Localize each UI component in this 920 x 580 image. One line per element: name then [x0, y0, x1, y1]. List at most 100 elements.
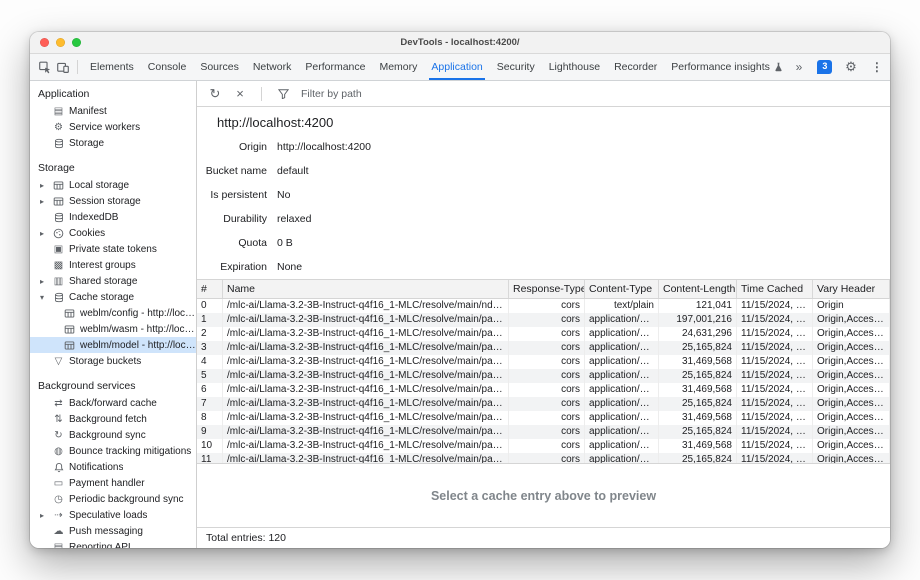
- sidebar-item-manifest[interactable]: ▤Manifest: [30, 103, 196, 119]
- cell-num: 11: [197, 453, 223, 463]
- device-toolbar-icon[interactable]: [54, 57, 72, 77]
- close-window-button[interactable]: [40, 38, 49, 47]
- total-entries: Total entries: 120: [206, 532, 286, 544]
- tab-lighthouse[interactable]: Lighthouse: [542, 54, 607, 80]
- chevron-right-icon[interactable]: ▸: [40, 197, 44, 206]
- sidebar-item-periodic-background-sync[interactable]: ◷Periodic background sync: [30, 491, 196, 507]
- sidebar-item-service-workers[interactable]: ⚙Service workers: [30, 119, 196, 135]
- zoom-window-button[interactable]: [72, 38, 81, 47]
- sidebar-item-back-forward-cache[interactable]: ⇄Back/forward cache: [30, 395, 196, 411]
- table-row[interactable]: 11/mlc-ai/Llama-3.2-3B-Instruct-q4f16_1-…: [197, 453, 890, 463]
- kebab-menu-icon[interactable]: ⋮: [868, 57, 886, 77]
- sidebar-item-storage[interactable]: Storage: [30, 135, 196, 151]
- delete-selected-icon[interactable]: ×: [231, 84, 249, 104]
- table-icon: [52, 196, 65, 207]
- table-row[interactable]: 0/mlc-ai/Llama-3.2-3B-Instruct-q4f16_1-M…: [197, 299, 890, 313]
- sidebar-item-session-storage[interactable]: ▸Session storage: [30, 193, 196, 209]
- sidebar-item-weblm-wasm-http-loca[interactable]: weblm/wasm - http://loca…: [30, 321, 196, 337]
- cell-content-type: application/oc…: [585, 313, 659, 327]
- sidebar-item-shared-storage[interactable]: ▸▥Shared storage: [30, 273, 196, 289]
- table-header: #NameResponse-TypeContent-TypeContent-Le…: [197, 279, 890, 299]
- tab-label: Sources: [200, 61, 239, 73]
- cookie-icon: [52, 228, 65, 239]
- sidebar-item-weblm-model-http-loca[interactable]: weblm/model - http://loca…: [30, 337, 196, 353]
- sidebar-item-weblm-config-http-loc[interactable]: weblm/config - http://loc…: [30, 305, 196, 321]
- table-row[interactable]: 5/mlc-ai/Llama-3.2-3B-Instruct-q4f16_1-M…: [197, 369, 890, 383]
- tab-performance-insights[interactable]: Performance insights: [664, 54, 790, 80]
- table-row[interactable]: 3/mlc-ai/Llama-3.2-3B-Instruct-q4f16_1-M…: [197, 341, 890, 355]
- table-row[interactable]: 4/mlc-ai/Llama-3.2-3B-Instruct-q4f16_1-M…: [197, 355, 890, 369]
- table-row[interactable]: 2/mlc-ai/Llama-3.2-3B-Instruct-q4f16_1-M…: [197, 327, 890, 341]
- settings-gear-icon[interactable]: ⚙: [842, 57, 860, 77]
- column-header-vary-header[interactable]: Vary Header: [813, 280, 890, 298]
- cell-response-type: cors: [509, 397, 585, 411]
- tab-network[interactable]: Network: [246, 54, 299, 80]
- sidebar-item-bounce-tracking-mitigations[interactable]: ◍Bounce tracking mitigations: [30, 443, 196, 459]
- table-row[interactable]: 9/mlc-ai/Llama-3.2-3B-Instruct-q4f16_1-M…: [197, 425, 890, 439]
- sidebar-item-background-fetch[interactable]: ⇅Background fetch: [30, 411, 196, 427]
- inspect-element-icon[interactable]: [36, 57, 54, 77]
- sidebar-item-payment-handler[interactable]: ▭Payment handler: [30, 475, 196, 491]
- issues-button[interactable]: 3: [816, 57, 834, 77]
- sidebar-item-indexeddb[interactable]: IndexedDB: [30, 209, 196, 225]
- chevron-down-icon[interactable]: ▾: [40, 293, 44, 302]
- devtools-tab-bar: ElementsConsoleSourcesNetworkPerformance…: [30, 54, 890, 81]
- table-row[interactable]: 6/mlc-ai/Llama-3.2-3B-Instruct-q4f16_1-M…: [197, 383, 890, 397]
- sidebar-item-label: Storage buckets: [69, 356, 141, 367]
- sidebar-item-interest-groups[interactable]: ▩Interest groups: [30, 257, 196, 273]
- filter-input[interactable]: [299, 87, 523, 101]
- sidebar-item-speculative-loads[interactable]: ▸⇢Speculative loads: [30, 507, 196, 523]
- sidebar-item-notifications[interactable]: Notifications: [30, 459, 196, 475]
- chevron-right-icon[interactable]: ▸: [40, 181, 44, 190]
- tab-security[interactable]: Security: [490, 54, 542, 80]
- column-header-name[interactable]: Name: [223, 280, 509, 298]
- background-fetch-icon: ⇅: [52, 414, 65, 425]
- cell-content-type: text/plain: [585, 299, 659, 313]
- table-icon: [52, 180, 65, 191]
- column-header-content-type[interactable]: Content-Type: [585, 280, 659, 298]
- column-header-response-type[interactable]: Response-Type: [509, 280, 585, 298]
- table-row[interactable]: 1/mlc-ai/Llama-3.2-3B-Instruct-q4f16_1-M…: [197, 313, 890, 327]
- cell-content-type: application/oc…: [585, 411, 659, 425]
- more-tabs-button[interactable]: »: [790, 57, 808, 77]
- table-row[interactable]: 10/mlc-ai/Llama-3.2-3B-Instruct-q4f16_1-…: [197, 439, 890, 453]
- sidebar-item-storage-buckets[interactable]: ▽Storage buckets: [30, 353, 196, 369]
- minimize-window-button[interactable]: [56, 38, 65, 47]
- sidebar-item-cache-storage[interactable]: ▾Cache storage: [30, 289, 196, 305]
- sidebar-item-reporting-api[interactable]: ▤Reporting API: [30, 539, 196, 548]
- cache-detail: http://localhost:4200 Originhttp://local…: [197, 107, 890, 279]
- cell-name: /mlc-ai/Llama-3.2-3B-Instruct-q4f16_1-ML…: [223, 439, 509, 453]
- table-row[interactable]: 8/mlc-ai/Llama-3.2-3B-Instruct-q4f16_1-M…: [197, 411, 890, 425]
- chevron-right-icon[interactable]: ▸: [40, 229, 44, 238]
- sidebar-item-label: Interest groups: [69, 260, 136, 271]
- tab-console[interactable]: Console: [141, 54, 194, 80]
- meta-label: Quota: [197, 237, 267, 249]
- column-header-content-length[interactable]: Content-Length: [659, 280, 737, 298]
- tab-performance[interactable]: Performance: [298, 54, 372, 80]
- tab-memory[interactable]: Memory: [372, 54, 424, 80]
- table-row[interactable]: 7/mlc-ai/Llama-3.2-3B-Instruct-q4f16_1-M…: [197, 397, 890, 411]
- cell-content-length: 25,165,824: [659, 425, 737, 439]
- sidebar-item-cookies[interactable]: ▸Cookies: [30, 225, 196, 241]
- tab-sources[interactable]: Sources: [193, 54, 246, 80]
- tab-application[interactable]: Application: [424, 54, 489, 80]
- push-messaging-icon: ☁: [52, 526, 65, 537]
- sidebar-item-background-sync[interactable]: ↻Background sync: [30, 427, 196, 443]
- sidebar-item-push-messaging[interactable]: ☁Push messaging: [30, 523, 196, 539]
- reporting-api-icon: ▤: [52, 542, 65, 549]
- toolbar-divider: [261, 87, 262, 101]
- sidebar-item-local-storage[interactable]: ▸Local storage: [30, 177, 196, 193]
- titlebar[interactable]: DevTools - localhost:4200/: [30, 32, 890, 54]
- tab-recorder[interactable]: Recorder: [607, 54, 664, 80]
- cell-vary: Origin,Access…: [813, 425, 890, 439]
- refresh-icon[interactable]: ↻: [206, 84, 224, 104]
- column-header-[interactable]: #: [197, 280, 223, 298]
- chevron-right-icon[interactable]: ▸: [40, 277, 44, 286]
- cell-content-type: application/oc…: [585, 397, 659, 411]
- column-header-time-cached[interactable]: Time Cached: [737, 280, 813, 298]
- sidebar-section-storage: Storage▸Local storage▸Session storageInd…: [30, 160, 196, 369]
- sidebar-item-private-state-tokens[interactable]: ▣Private state tokens: [30, 241, 196, 257]
- chevron-right-icon[interactable]: ▸: [40, 511, 44, 520]
- tab-elements[interactable]: Elements: [83, 54, 141, 80]
- cell-num: 4: [197, 355, 223, 369]
